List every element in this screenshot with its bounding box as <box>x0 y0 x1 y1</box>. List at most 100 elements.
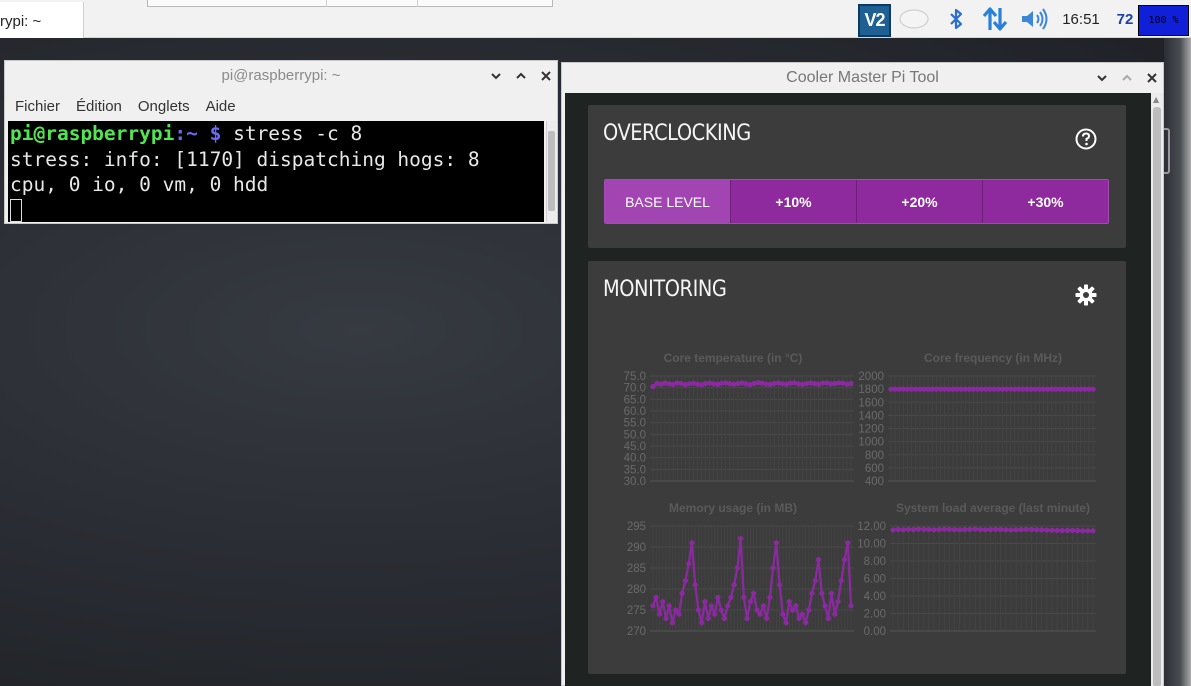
data-point <box>721 615 727 621</box>
bluetooth-icon[interactable] <box>944 0 968 38</box>
maximize-icon[interactable] <box>508 61 533 91</box>
y-tick-label: 400 <box>865 476 884 488</box>
data-point <box>728 594 734 600</box>
cpu-temp-value[interactable]: 72 <box>1112 0 1138 38</box>
data-point <box>686 561 692 567</box>
data-point <box>1069 527 1076 533</box>
data-point <box>951 526 958 533</box>
close-icon[interactable] <box>1139 63 1164 93</box>
data-point <box>812 578 818 584</box>
chart-memory: 295 290 285 280 275 270 <box>627 521 854 638</box>
y-tick-label: 295 <box>627 521 646 533</box>
data-point <box>699 620 705 626</box>
terminal-output[interactable]: pi@raspberrypi:~ $ stress -c 8 stress: i… <box>8 121 544 222</box>
top-panel: rypi: ~ V2 16:51 72 100 % <box>0 0 1191 38</box>
data-point <box>663 615 669 621</box>
maximize-icon[interactable] <box>1114 63 1139 93</box>
volume-icon[interactable] <box>1020 0 1050 38</box>
data-point <box>744 615 750 621</box>
data-point <box>689 540 695 546</box>
data-point <box>738 536 744 542</box>
menu-onglets[interactable]: Onglets <box>138 98 190 115</box>
data-point <box>1039 527 1045 533</box>
data-point <box>731 582 737 588</box>
data-point <box>1064 527 1070 533</box>
minimize-icon[interactable] <box>1089 63 1114 93</box>
data-point <box>1090 528 1096 534</box>
menu-aide[interactable]: Aide <box>206 98 236 115</box>
y-tick-label: 1800 <box>858 384 884 396</box>
y-tick-label: 285 <box>627 563 646 575</box>
data-point <box>751 590 757 596</box>
y-tick-label: 12.00 <box>858 521 886 533</box>
minimize-icon[interactable] <box>483 61 508 91</box>
terminal-command-line: pi@raspberrypi:~ $ stress -c 8 <box>10 121 544 147</box>
data-point <box>712 611 718 617</box>
data-point <box>825 615 831 621</box>
terminal-scrollbar[interactable] <box>546 121 556 222</box>
data-point <box>682 578 689 584</box>
taskbar-item-label: rypi: ~ <box>0 13 42 30</box>
data-point <box>941 526 947 532</box>
data-point <box>1075 527 1081 534</box>
y-tick-label: 50.0 <box>624 429 646 441</box>
panel-clock[interactable]: 16:51 <box>1058 0 1104 38</box>
cpu-usage-bar[interactable]: 100 % <box>1138 5 1189 36</box>
y-tick-label: 290 <box>627 542 646 554</box>
data-point <box>796 615 802 621</box>
data-point <box>777 582 783 588</box>
menu-fichier[interactable]: Fichier <box>15 98 60 115</box>
y-tick-label: 1000 <box>858 437 884 449</box>
data-point <box>1049 527 1055 533</box>
close-icon[interactable] <box>533 61 558 91</box>
y-tick-label: 45.0 <box>624 441 646 453</box>
cooler-master-window[interactable]: Cooler Master Pi Tool OVERCLOCKING BASE … <box>561 62 1164 686</box>
data-point <box>905 526 911 532</box>
data-point <box>946 526 952 532</box>
data-point <box>1018 526 1024 533</box>
data-point <box>803 620 809 626</box>
y-tick-label: 6.00 <box>864 574 886 586</box>
scrollbar-thumb[interactable] <box>548 131 555 211</box>
y-tick-label: 600 <box>865 463 884 475</box>
ellipse-icon[interactable] <box>898 0 930 38</box>
y-tick-label: 800 <box>865 450 884 462</box>
y-tick-label: 40.0 <box>624 453 646 465</box>
network-icon[interactable] <box>982 0 1008 38</box>
data-point <box>921 526 927 532</box>
terminal-menubar: Fichier Édition Onglets Aide <box>5 91 557 121</box>
help-icon[interactable] <box>1074 127 1098 155</box>
chart-load: 12.00 10.00 8.00 6.00 4.00 2.00 0.00 <box>858 521 1096 638</box>
menu-edition[interactable]: Édition <box>76 98 122 115</box>
plus-20-button[interactable]: +20% <box>856 180 982 223</box>
cooler-scrollbar[interactable]: ▲ <box>1151 93 1163 686</box>
cooler-master-content: OVERCLOCKING BASE LEVEL +10% +20% +30% M… <box>565 93 1151 686</box>
data-point <box>977 526 983 533</box>
terminal-title: pi@raspberrypi: ~ <box>221 67 341 84</box>
data-point <box>1044 527 1050 533</box>
cooler-master-title: Cooler Master Pi Tool <box>786 69 939 86</box>
data-point <box>760 603 766 609</box>
data-point <box>822 603 828 609</box>
data-point <box>838 578 844 584</box>
monitoring-title: MONITORING <box>603 277 727 302</box>
plus-30-button[interactable]: +30% <box>982 180 1108 223</box>
y-tick-label: 30.0 <box>624 476 646 488</box>
vnc-icon[interactable]: V2 <box>858 4 891 37</box>
base-level-button[interactable]: BASE LEVEL <box>605 180 730 223</box>
data-point <box>967 526 973 532</box>
terminal-output-line: stress: info: [1170] dispatching hogs: 8 <box>10 147 480 171</box>
plus-10-button[interactable]: +10% <box>730 180 856 223</box>
taskbar-item-terminal[interactable]: rypi: ~ <box>0 2 84 38</box>
data-point <box>764 615 770 621</box>
data-point <box>770 565 776 571</box>
scroll-up-icon[interactable]: ▲ <box>1153 95 1159 104</box>
y-tick-label: 2000 <box>858 371 884 383</box>
gear-icon[interactable] <box>1074 283 1098 311</box>
monitoring-card: MONITORING Core temperature (in °C) 75.0… <box>588 261 1126 674</box>
overclocking-card: OVERCLOCKING BASE LEVEL +10% +20% +30% <box>588 105 1126 248</box>
prompt-path: :~ $ <box>174 122 222 145</box>
terminal-window[interactable]: pi@raspberrypi: ~ Fichier Édition Onglet… <box>4 60 558 224</box>
scrollbar-thumb[interactable] <box>1153 107 1161 686</box>
data-point <box>793 603 799 609</box>
